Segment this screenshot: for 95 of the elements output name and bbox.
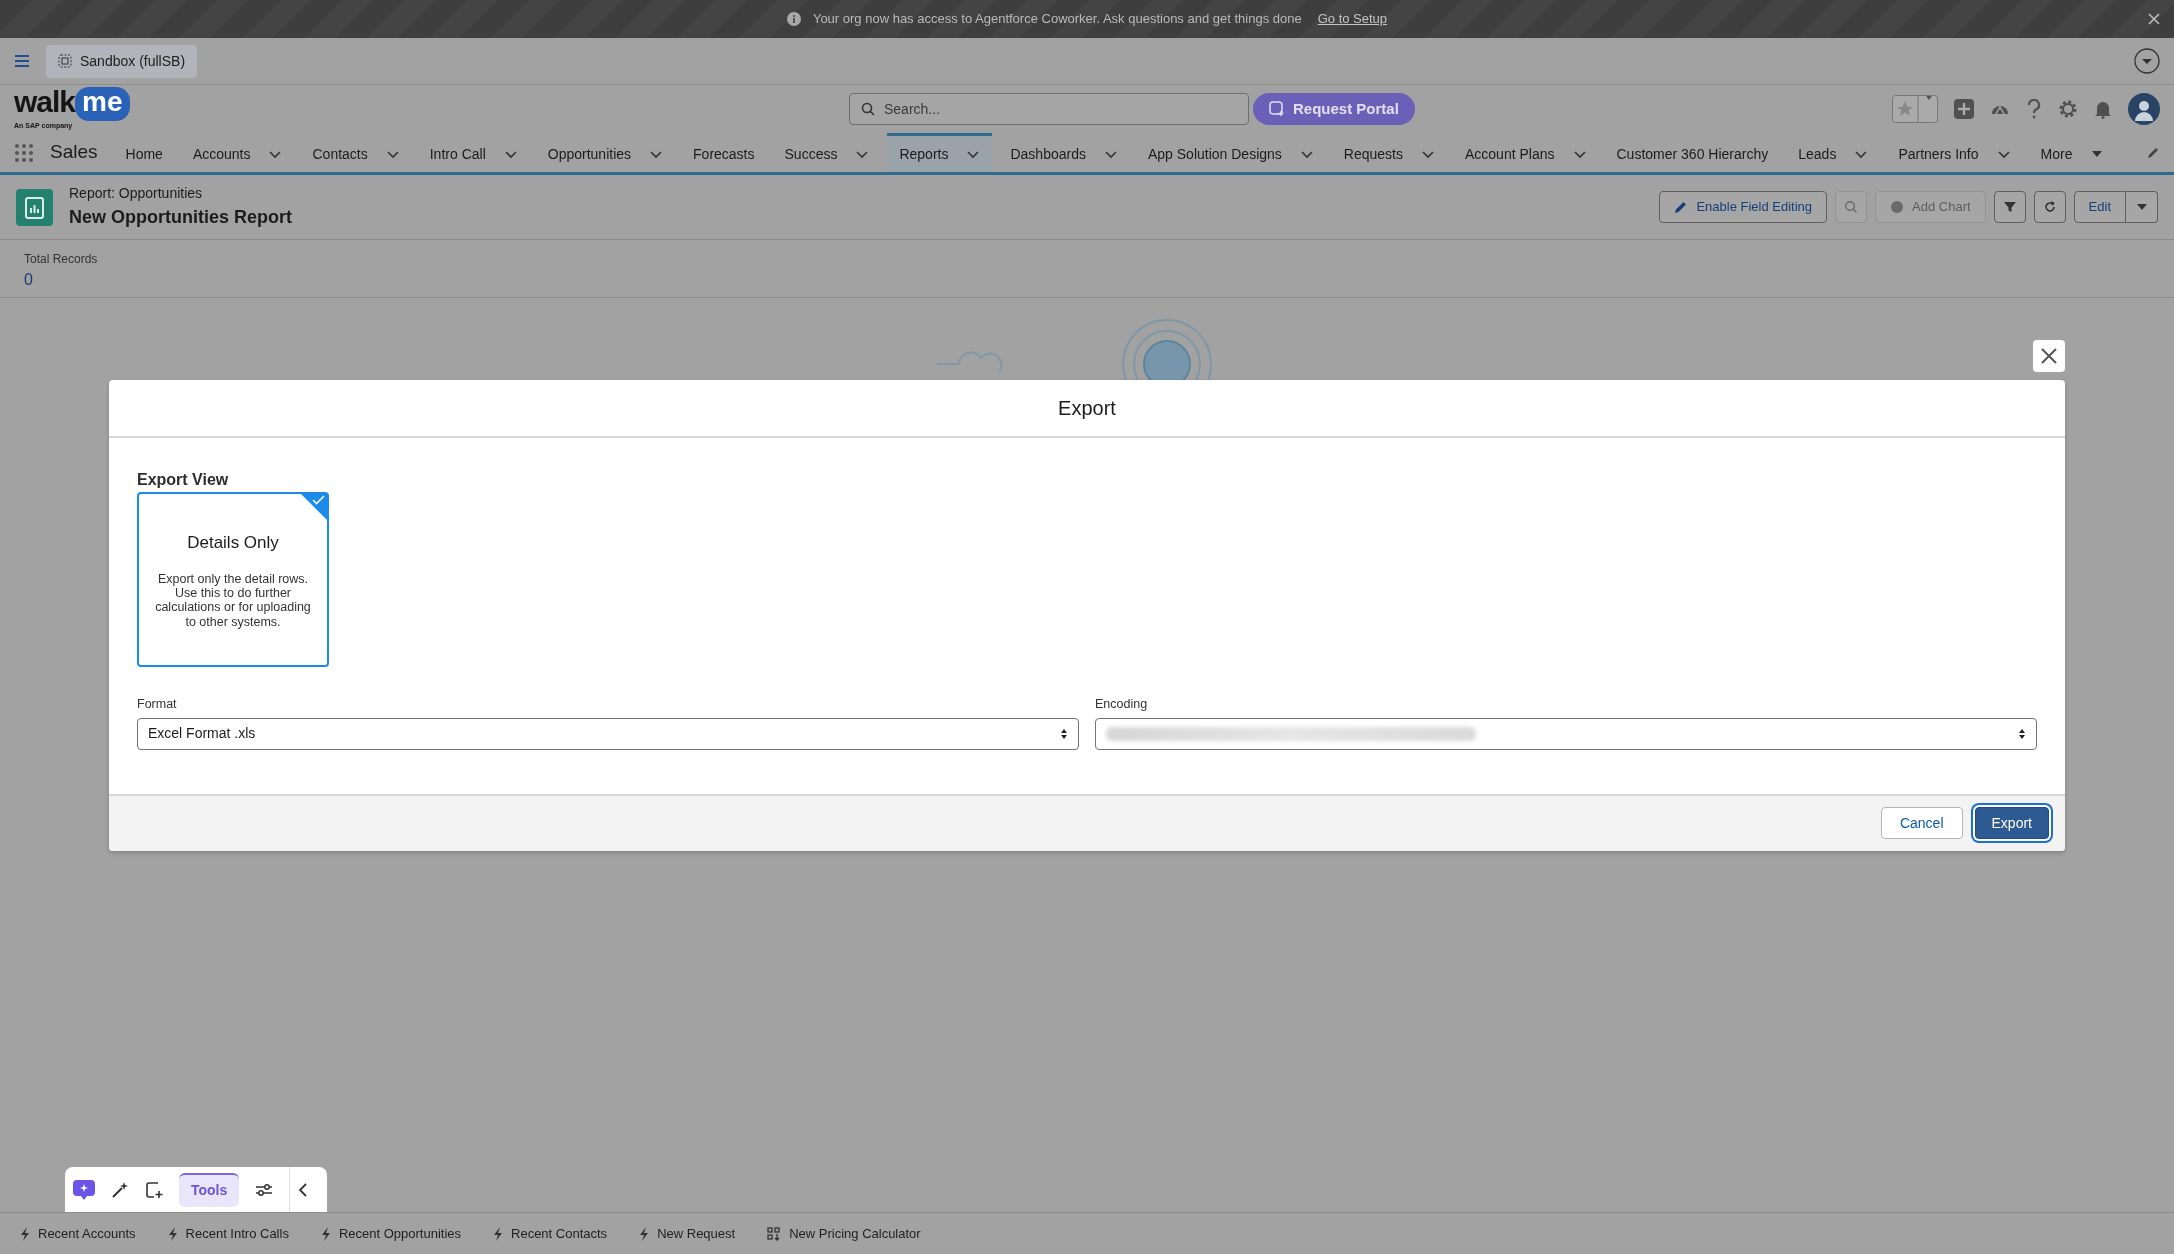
add-icon[interactable] — [1954, 99, 1974, 119]
lightning-icon — [20, 1226, 30, 1241]
field-label: Format — [137, 696, 178, 713]
encoding-select[interactable] — [1095, 717, 2037, 750]
summary-value: 0 — [24, 270, 34, 290]
chat-icon[interactable] — [73, 1179, 95, 1200]
add-frame-icon[interactable] — [145, 1180, 163, 1199]
report-icon — [16, 188, 53, 226]
chevron-down-icon[interactable] — [1421, 148, 1435, 160]
magic-wand-icon[interactable] — [111, 1180, 129, 1199]
stepper-arrows-icon — [1060, 727, 1068, 740]
report-type: Report: Opportunities — [69, 184, 204, 203]
banner-message: Your org now has access to Agentforce Coworker. Ask questions and get things done — [812, 10, 1302, 29]
filter-icon — [2002, 200, 2017, 214]
app-launcher-icon[interactable] — [14, 142, 34, 163]
tools-tab[interactable]: Tools — [179, 1172, 240, 1207]
search-icon — [1844, 200, 1859, 214]
nav-tab[interactable]: Opportunities — [535, 133, 676, 172]
chevron-down-icon[interactable] — [1299, 148, 1314, 160]
sandbox-icon — [58, 54, 72, 68]
field-editing-button[interactable]: Enable Field Editing — [1659, 191, 1828, 223]
chevron-left-icon[interactable] — [298, 1182, 309, 1197]
close-icon — [2040, 347, 2058, 365]
dropdown-icon[interactable] — [2134, 48, 2160, 74]
utility-item[interactable]: New Pricing Calculator — [759, 1223, 929, 1244]
chevron-down-icon[interactable] — [1103, 148, 1118, 160]
nav-tab[interactable]: Account Plans — [1453, 133, 1599, 172]
chevron-down-icon[interactable] — [503, 148, 518, 160]
nav-tab[interactable]: Dashboards — [998, 133, 1130, 172]
stepper-arrows-icon — [2018, 727, 2026, 740]
nav-tab[interactable]: Leads — [1786, 133, 1881, 172]
utility-item[interactable]: Recent Contacts — [485, 1223, 616, 1244]
search-field[interactable]: Search... — [849, 93, 1249, 125]
utility-item[interactable]: Recent Opportunities — [312, 1223, 469, 1244]
utility-item[interactable]: Recent Accounts — [12, 1223, 144, 1244]
sliders-icon[interactable] — [255, 1182, 274, 1197]
calculator-icon — [767, 1226, 782, 1241]
refresh-button[interactable] — [2033, 191, 2066, 223]
help-icon[interactable] — [2026, 99, 2042, 119]
chevron-down-icon[interactable] — [1572, 148, 1587, 160]
nav-tab[interactable]: Reports — [887, 133, 993, 172]
checkmark-icon — [300, 493, 328, 521]
chevron-down-icon[interactable] — [1854, 148, 1869, 160]
edit-button[interactable]: Edit — [2073, 191, 2126, 223]
dialog-title: Export — [1058, 396, 1116, 421]
chevron-down-icon[interactable] — [1996, 148, 2011, 160]
info-icon — [786, 12, 801, 26]
menu-icon[interactable] — [14, 54, 30, 68]
report-title: New Opportunities Report — [69, 206, 292, 229]
close-icon[interactable] — [2148, 13, 2160, 25]
pencil-icon[interactable] — [2146, 146, 2160, 161]
search-icon — [861, 102, 875, 116]
lightning-icon — [167, 1226, 178, 1241]
bell-icon[interactable] — [2094, 99, 2112, 119]
pencil-icon — [1674, 200, 1689, 214]
chevron-down-icon[interactable] — [268, 148, 283, 160]
app-name: Sales — [50, 140, 98, 165]
org-switcher[interactable]: Sandbox (fullSB) — [46, 44, 198, 78]
nav-tab[interactable]: Success — [772, 133, 882, 172]
chevron-down-icon[interactable] — [855, 148, 870, 160]
settings-icon[interactable] — [2058, 99, 2078, 119]
option-description: Export only the detail rows. Use this to do further calculations or for uploading to other systems. — [154, 571, 312, 629]
refresh-icon — [2042, 200, 2057, 214]
lightning-icon — [639, 1226, 650, 1241]
avatar-icon[interactable] — [2128, 93, 2160, 125]
chevron-down-icon[interactable] — [966, 148, 981, 160]
setup-link[interactable]: Go to Setup — [1317, 9, 1388, 29]
option-title: Details Only — [186, 532, 280, 554]
utility-item[interactable]: New Request — [631, 1223, 744, 1244]
nav-tab[interactable]: More — [2028, 133, 2117, 172]
chat-plus-icon — [1269, 101, 1285, 117]
more-actions-button[interactable] — [2126, 191, 2158, 223]
lightning-icon — [493, 1226, 503, 1241]
summary-label: Total Records — [24, 251, 99, 268]
filter-button[interactable] — [1993, 191, 2026, 223]
lightning-icon — [320, 1226, 331, 1241]
nav-tab[interactable]: App Solution Designs — [1135, 133, 1326, 172]
nav-tab[interactable]: Forecasts — [681, 133, 767, 172]
close-button[interactable] — [2033, 340, 2065, 372]
nav-tab[interactable]: Customer 360 Hierarchy — [1604, 133, 1781, 172]
format-select[interactable]: Excel Format .xls — [137, 717, 1079, 750]
cancel-button[interactable]: Cancel — [1880, 807, 1963, 840]
export-view-option[interactable]: Details Only Export only the detail rows. Use this to do further calculations or for uploading to other systems. — [137, 492, 329, 667]
field-label: Encoding — [1095, 696, 1149, 713]
nav-tab[interactable]: Intro Call — [417, 133, 530, 172]
nav-tab[interactable]: Requests — [1331, 133, 1447, 172]
chevron-down-icon[interactable] — [385, 148, 400, 160]
request-portal-button[interactable]: Request Portal — [1253, 93, 1415, 125]
nav-tab[interactable]: Home — [113, 133, 175, 172]
chevron-down-icon[interactable] — [649, 148, 664, 160]
nav-tab[interactable]: Accounts — [180, 133, 295, 172]
utility-item[interactable]: Recent Intro Calls — [159, 1223, 297, 1244]
nav-tab[interactable]: Partners Info — [1886, 133, 2023, 172]
nav-tab[interactable]: Contacts — [300, 133, 412, 172]
section-title: Export View — [137, 470, 230, 490]
